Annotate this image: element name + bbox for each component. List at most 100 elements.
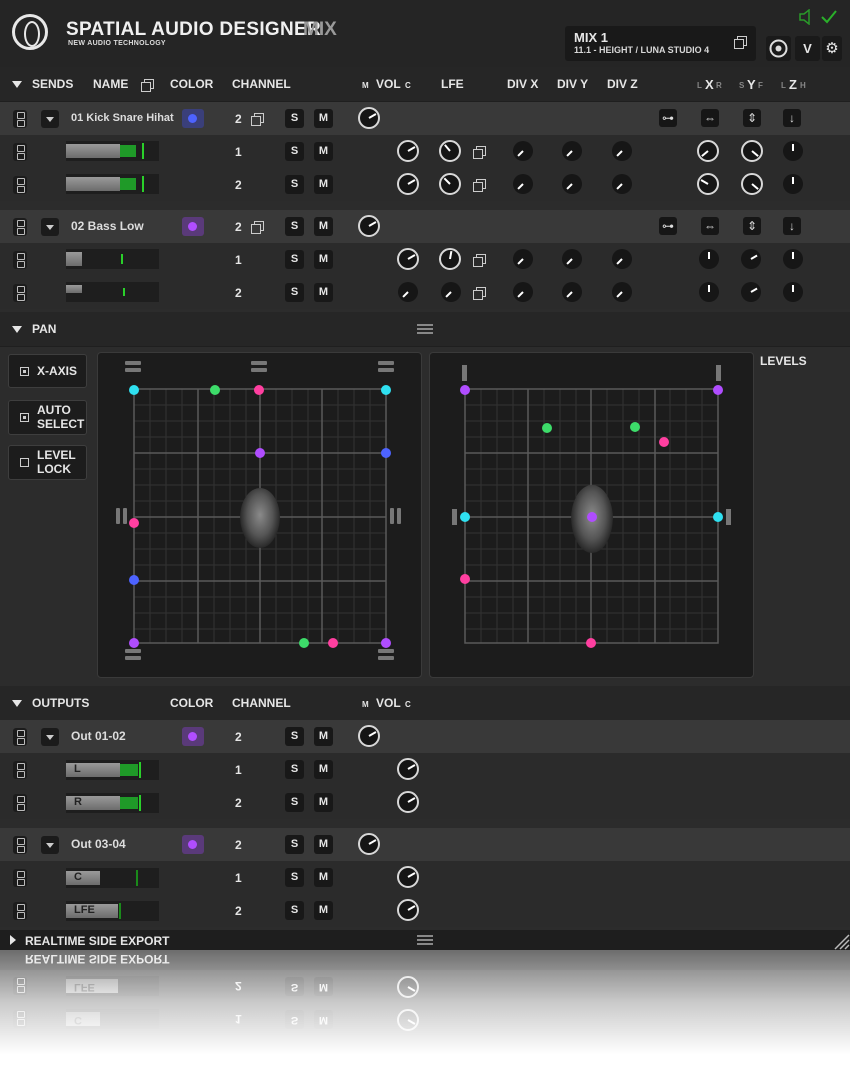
y-pan-knob[interactable] bbox=[741, 249, 761, 269]
volume-knob[interactable] bbox=[397, 173, 419, 195]
speaker-node[interactable] bbox=[381, 638, 391, 648]
resize-corner-icon[interactable] bbox=[832, 932, 850, 950]
speaker-node[interactable] bbox=[587, 512, 597, 522]
solo-button[interactable]: S bbox=[285, 283, 304, 302]
solo-button[interactable]: S bbox=[285, 727, 304, 746]
realtime-export-header[interactable]: REALTIME SIDE EXPORT bbox=[0, 930, 850, 950]
div-z-knob[interactable] bbox=[612, 282, 632, 302]
solo-button[interactable]: S bbox=[285, 142, 304, 161]
solo-button[interactable]: S bbox=[285, 760, 304, 779]
expand-dropdown[interactable] bbox=[41, 836, 59, 854]
div-y-knob[interactable] bbox=[562, 282, 582, 302]
div-z-knob[interactable] bbox=[612, 141, 632, 161]
speaker-node[interactable] bbox=[586, 638, 596, 648]
speaker-node[interactable] bbox=[713, 385, 723, 395]
drag-handle-icon[interactable] bbox=[462, 365, 467, 381]
collapse-icon[interactable] bbox=[12, 326, 22, 333]
speaker-node[interactable] bbox=[129, 518, 139, 528]
speaker-node[interactable] bbox=[381, 385, 391, 395]
link-icon[interactable] bbox=[13, 761, 27, 779]
mute-button[interactable]: M bbox=[314, 901, 333, 920]
link-xy-icon[interactable]: ⊶ bbox=[659, 109, 677, 127]
mute-button[interactable]: M bbox=[314, 109, 333, 128]
speaker-node[interactable] bbox=[129, 575, 139, 585]
speaker-node[interactable] bbox=[542, 423, 552, 433]
link-icon[interactable] bbox=[13, 143, 27, 161]
collapse-icon[interactable] bbox=[12, 700, 22, 707]
z-down-icon[interactable]: ↓ bbox=[783, 217, 801, 235]
auto-select-toggle[interactable]: AUTO SELECT bbox=[8, 400, 87, 435]
drag-handle-icon[interactable] bbox=[390, 508, 402, 524]
link-xy-icon[interactable]: ⊶ bbox=[659, 217, 677, 235]
link-icon[interactable] bbox=[13, 110, 27, 128]
copy-icon[interactable] bbox=[473, 179, 486, 192]
x-pan-knob[interactable] bbox=[697, 173, 719, 195]
x-pan-knob[interactable] bbox=[697, 140, 719, 162]
link-icon[interactable] bbox=[13, 284, 27, 302]
z-down-icon[interactable]: ↓ bbox=[783, 109, 801, 127]
div-x-knob[interactable] bbox=[513, 249, 533, 269]
speaker-node[interactable] bbox=[210, 385, 220, 395]
speaker-node[interactable] bbox=[328, 638, 338, 648]
speaker-icon[interactable] bbox=[798, 9, 816, 25]
pan-top-view[interactable] bbox=[97, 352, 422, 678]
speaker-node[interactable] bbox=[630, 422, 640, 432]
resize-handle-icon[interactable] bbox=[417, 935, 433, 945]
output-name[interactable]: Out 01-02 bbox=[71, 729, 126, 743]
mute-button[interactable]: M bbox=[314, 793, 333, 812]
solo-button[interactable]: S bbox=[285, 250, 304, 269]
solo-button[interactable]: S bbox=[285, 901, 304, 920]
drag-handle-icon[interactable] bbox=[125, 361, 141, 373]
div-x-knob[interactable] bbox=[513, 282, 533, 302]
speaker-node[interactable] bbox=[129, 385, 139, 395]
x-axis-toggle[interactable]: X-AXIS bbox=[8, 354, 87, 388]
volume-knob[interactable] bbox=[397, 758, 419, 780]
speaker-node[interactable] bbox=[254, 385, 264, 395]
expand-icon[interactable] bbox=[10, 935, 16, 945]
mute-button[interactable]: M bbox=[314, 835, 333, 854]
copy-icon[interactable] bbox=[473, 287, 486, 300]
z-pan-knob[interactable] bbox=[783, 249, 803, 269]
drag-handle-icon[interactable] bbox=[116, 508, 128, 524]
speaker-node[interactable] bbox=[129, 638, 139, 648]
link-icon[interactable] bbox=[13, 794, 27, 812]
solo-button[interactable]: S bbox=[285, 793, 304, 812]
mix-selector[interactable]: MIX 1 11.1 - HEIGHT / LUNA STUDIO 4 bbox=[565, 26, 756, 61]
mute-button[interactable]: M bbox=[314, 142, 333, 161]
volume-knob[interactable] bbox=[397, 791, 419, 813]
output-color-chip[interactable] bbox=[182, 727, 204, 746]
mute-button[interactable]: M bbox=[314, 727, 333, 746]
settings-gear-icon[interactable]: ⚙ bbox=[822, 36, 842, 61]
copy-channel-icon[interactable] bbox=[251, 113, 264, 126]
lfe-knob[interactable] bbox=[439, 140, 461, 162]
v-button[interactable]: V bbox=[795, 36, 820, 61]
drag-handle-icon[interactable] bbox=[716, 365, 721, 381]
mute-button[interactable]: M bbox=[314, 175, 333, 194]
y-pan-knob[interactable] bbox=[741, 282, 761, 302]
x-mirror-icon[interactable]: ⇔ bbox=[701, 109, 719, 127]
volume-knob[interactable] bbox=[358, 833, 380, 855]
div-x-knob[interactable] bbox=[513, 141, 533, 161]
copy-icon[interactable] bbox=[473, 146, 486, 159]
expand-dropdown[interactable] bbox=[41, 110, 59, 128]
track-name[interactable]: 01 Kick Snare Hihat bbox=[71, 112, 174, 124]
link-icon[interactable] bbox=[13, 728, 27, 746]
expand-dropdown[interactable] bbox=[41, 218, 59, 236]
link-icon[interactable] bbox=[13, 176, 27, 194]
link-icon[interactable] bbox=[13, 836, 27, 854]
div-y-knob[interactable] bbox=[562, 141, 582, 161]
copy-channel-icon[interactable] bbox=[251, 221, 264, 234]
y-mirror-icon[interactable]: ⇕ bbox=[743, 217, 761, 235]
surround-view-button[interactable] bbox=[766, 36, 791, 61]
solo-button[interactable]: S bbox=[285, 109, 304, 128]
copy-icon[interactable] bbox=[473, 254, 486, 267]
z-pan-knob[interactable] bbox=[783, 282, 803, 302]
lfe-knob[interactable] bbox=[439, 248, 461, 270]
pan-front-view[interactable] bbox=[429, 352, 754, 678]
speaker-node[interactable] bbox=[460, 512, 470, 522]
copy-icon[interactable] bbox=[734, 36, 747, 49]
output-name[interactable]: Out 03-04 bbox=[71, 837, 126, 851]
solo-button[interactable]: S bbox=[285, 217, 304, 236]
div-x-knob[interactable] bbox=[513, 174, 533, 194]
drag-handle-icon[interactable] bbox=[726, 509, 731, 525]
